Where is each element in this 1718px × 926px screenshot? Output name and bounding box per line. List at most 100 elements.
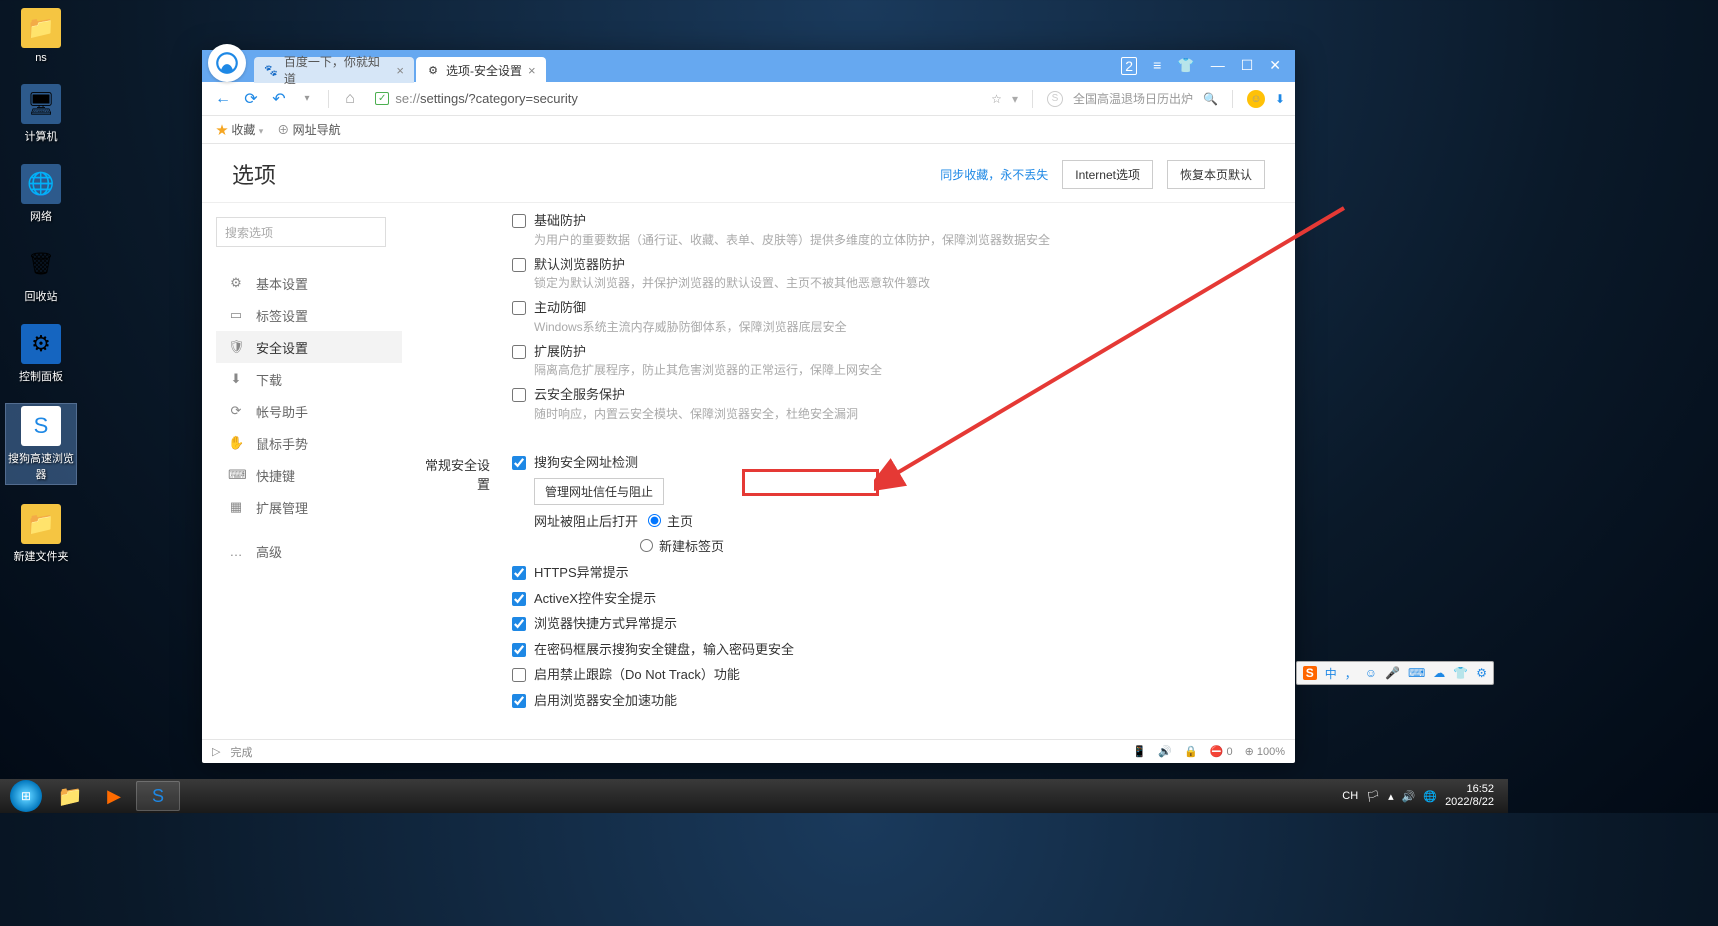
url-text: se://settings/?category=security [395, 91, 577, 106]
tab-icon: ▭ [228, 307, 244, 323]
ime-keyboard[interactable]: ⌨ [1408, 666, 1425, 680]
ime-emoji[interactable]: ☺ [1365, 666, 1377, 680]
gesture-icon: ✋ [228, 435, 244, 451]
taskbar: ⊞ 📁 ▶ S CH 🏳 ▴ 🔊 🌐 16:52 2022/8/22 [0, 779, 1508, 813]
radio-home[interactable]: 主页 [648, 511, 693, 530]
taskbar-sogou[interactable]: S [136, 781, 180, 811]
tray-flag-icon[interactable]: 🏳 [1366, 790, 1380, 803]
restore-defaults-button[interactable]: 恢复本页默认 [1167, 160, 1265, 189]
gear-icon: ⚙ [426, 63, 440, 77]
tray-lang[interactable]: CH [1342, 790, 1358, 802]
dropdown-icon[interactable]: ▾ [1012, 92, 1018, 106]
sidebar-item-download[interactable]: ⬇下载 [216, 363, 402, 395]
desktop-icon-computer[interactable]: 🖥计算机 [6, 84, 76, 144]
taskbar-explorer[interactable]: 📁 [48, 781, 92, 811]
desktop-icon-sogou-browser[interactable]: S搜狗高速浏览器 [6, 404, 76, 484]
tray-network-icon[interactable]: 🌐 [1423, 790, 1437, 803]
download-icon: ⬇ [228, 371, 244, 387]
browser-logo[interactable] [208, 44, 246, 82]
checkbox-sysprotect-2[interactable]: 主动防御Windows系统主流内存威胁防御体系，保障浏览器底层安全 [512, 298, 1255, 336]
tab-baidu[interactable]: 🐾百度一下，你就知道× [254, 57, 414, 83]
ime-cloud[interactable]: ☁ [1433, 666, 1445, 680]
grid-icon: ▦ [228, 499, 244, 515]
checkbox-general-5[interactable]: 启用浏览器安全加速功能 [512, 691, 1255, 711]
sidebar-item-security[interactable]: 🛡安全设置 [216, 331, 402, 363]
settings-body: 基础防护为用户的重要数据（通行证、收藏、表单、皮肤等）提供多维度的立体防护，保障… [402, 203, 1295, 739]
checkbox-url-check[interactable]: 搜狗安全网址检测 [512, 453, 1255, 473]
tab-settings-security[interactable]: ⚙选项-安全设置× [416, 57, 546, 83]
start-button[interactable]: ⊞ [4, 781, 48, 811]
lock-icon[interactable]: 🔒 [1184, 745, 1198, 758]
checkbox-general-4[interactable]: 启用禁止跟踪（Do Not Track）功能 [512, 665, 1255, 685]
ime-skin[interactable]: 👕 [1453, 666, 1468, 680]
checkbox-general-2[interactable]: 浏览器快捷方式异常提示 [512, 614, 1255, 634]
page-header: 选项 同步收藏，永不丢失 Internet选项 恢复本页默认 [202, 144, 1295, 203]
sidebar-item-account[interactable]: ⟳帐号助手 [216, 395, 402, 427]
volume-icon[interactable]: 🔊 [1158, 745, 1172, 758]
address-bar[interactable]: ✓ se://settings/?category=security [367, 91, 985, 106]
section-label-general: 常规安全设置 [422, 453, 512, 717]
sidebar-item-basic[interactable]: ⚙基本设置 [216, 267, 402, 299]
maximize-icon[interactable]: ☐ [1241, 57, 1254, 75]
desktop-icon-recyclebin[interactable]: 🗑回收站 [6, 244, 76, 304]
tray-volume-icon[interactable]: 🔊 [1402, 790, 1416, 803]
ime-punct[interactable]: ， [1345, 665, 1357, 682]
taskbar-media[interactable]: ▶ [92, 781, 136, 811]
system-tray: CH 🏳 ▴ 🔊 🌐 16:52 2022/8/22 [1342, 783, 1504, 809]
checkbox-general-3[interactable]: 在密码框展示搜狗安全键盘，输入密码更安全 [512, 640, 1255, 660]
sidebar-item-extensions[interactable]: ▦扩展管理 [216, 491, 402, 523]
close-icon[interactable]: ✕ [1269, 57, 1281, 75]
ime-lang[interactable]: 中 [1325, 665, 1337, 682]
desktop-icon-newfolder[interactable]: 📁新建文件夹 [6, 504, 76, 564]
search-icon[interactable]: 🔍 [1203, 92, 1218, 106]
sync-link[interactable]: 同步收藏，永不丢失 [940, 166, 1048, 183]
checkbox-sysprotect-0[interactable]: 基础防护为用户的重要数据（通行证、收藏、表单、皮肤等）提供多维度的立体防护，保障… [512, 211, 1255, 249]
desktop-icon-ns[interactable]: 📁ns [6, 8, 76, 64]
ime-toolbar[interactable]: S 中 ， ☺ 🎤 ⌨ ☁ 👕 ⚙ [1296, 661, 1494, 685]
window-count[interactable]: 2 [1121, 57, 1137, 75]
radio-newtab[interactable]: 新建标签页 [640, 536, 1255, 555]
ime-settings[interactable]: ⚙ [1476, 666, 1487, 680]
manage-url-trust-button[interactable]: 管理网址信任与阻止 [534, 478, 664, 505]
sidebar-item-advanced[interactable]: …高级 [216, 535, 402, 567]
phone-icon[interactable]: 📱 [1133, 745, 1147, 758]
more-icon: … [228, 544, 244, 559]
baidu-icon: 🐾 [264, 63, 278, 77]
reload-button[interactable]: ⟳ [240, 88, 262, 110]
hot-search-text[interactable]: 全国高温退场日历出炉 [1073, 90, 1193, 107]
back-button[interactable]: ← [212, 88, 234, 110]
play-icon[interactable]: ▷ [212, 745, 220, 758]
desktop-icon-network[interactable]: 🌐网络 [6, 164, 76, 224]
web-nav-button[interactable]: ⊕ 网址导航 [277, 121, 340, 138]
ime-logo-icon: S [1303, 666, 1317, 680]
ime-voice[interactable]: 🎤 [1385, 666, 1400, 680]
undo-button[interactable]: ↶ [268, 88, 290, 110]
dropdown-icon[interactable]: ▾ [296, 88, 318, 110]
checkbox-sysprotect-3[interactable]: 扩展防护隔离高危扩展程序，防止其危害浏览器的正常运行，保障上网安全 [512, 342, 1255, 380]
account-icon[interactable]: ☺ [1247, 90, 1265, 108]
home-button[interactable]: ⌂ [339, 88, 361, 110]
zoom-indicator[interactable]: ⊕ 100% [1245, 745, 1285, 758]
sidebar-item-gesture[interactable]: ✋鼠标手势 [216, 427, 402, 459]
taskbar-clock[interactable]: 16:52 2022/8/22 [1445, 783, 1494, 809]
checkbox-sysprotect-4[interactable]: 云安全服务保护随时响应，内置云安全模块、保障浏览器安全，杜绝安全漏洞 [512, 385, 1255, 423]
ad-block-icon[interactable]: ⛔ 0 [1210, 745, 1233, 758]
checkbox-general-0[interactable]: HTTPS异常提示 [512, 563, 1255, 583]
tab-close-icon[interactable]: × [396, 63, 404, 78]
tray-up-icon[interactable]: ▴ [1388, 790, 1394, 803]
search-input[interactable]: 搜索选项 [216, 217, 386, 247]
skin-icon[interactable]: 👕 [1177, 57, 1194, 75]
sidebar-item-shortcut[interactable]: ⌨快捷键 [216, 459, 402, 491]
internet-options-button[interactable]: Internet选项 [1062, 160, 1153, 189]
menu-icon[interactable]: ≡ [1153, 57, 1161, 75]
checkbox-sysprotect-1[interactable]: 默认浏览器防护锁定为默认浏览器，并保护浏览器的默认设置、主页不被其他恶意软件篡改 [512, 255, 1255, 293]
nav-toolbar: ← ⟳ ↶ ▾ ⌂ ✓ se://settings/?category=secu… [202, 82, 1295, 116]
star-icon[interactable]: ☆ [991, 92, 1002, 106]
download-icon[interactable]: ⬇ [1275, 92, 1285, 106]
tab-close-icon[interactable]: × [528, 63, 536, 78]
favorites-button[interactable]: ★ 收藏 ▾ [216, 121, 263, 138]
checkbox-general-1[interactable]: ActiveX控件安全提示 [512, 589, 1255, 609]
desktop-icon-controlpanel[interactable]: ⚙控制面板 [6, 324, 76, 384]
sidebar-item-tabs[interactable]: ▭标签设置 [216, 299, 402, 331]
minimize-icon[interactable]: — [1211, 57, 1225, 75]
